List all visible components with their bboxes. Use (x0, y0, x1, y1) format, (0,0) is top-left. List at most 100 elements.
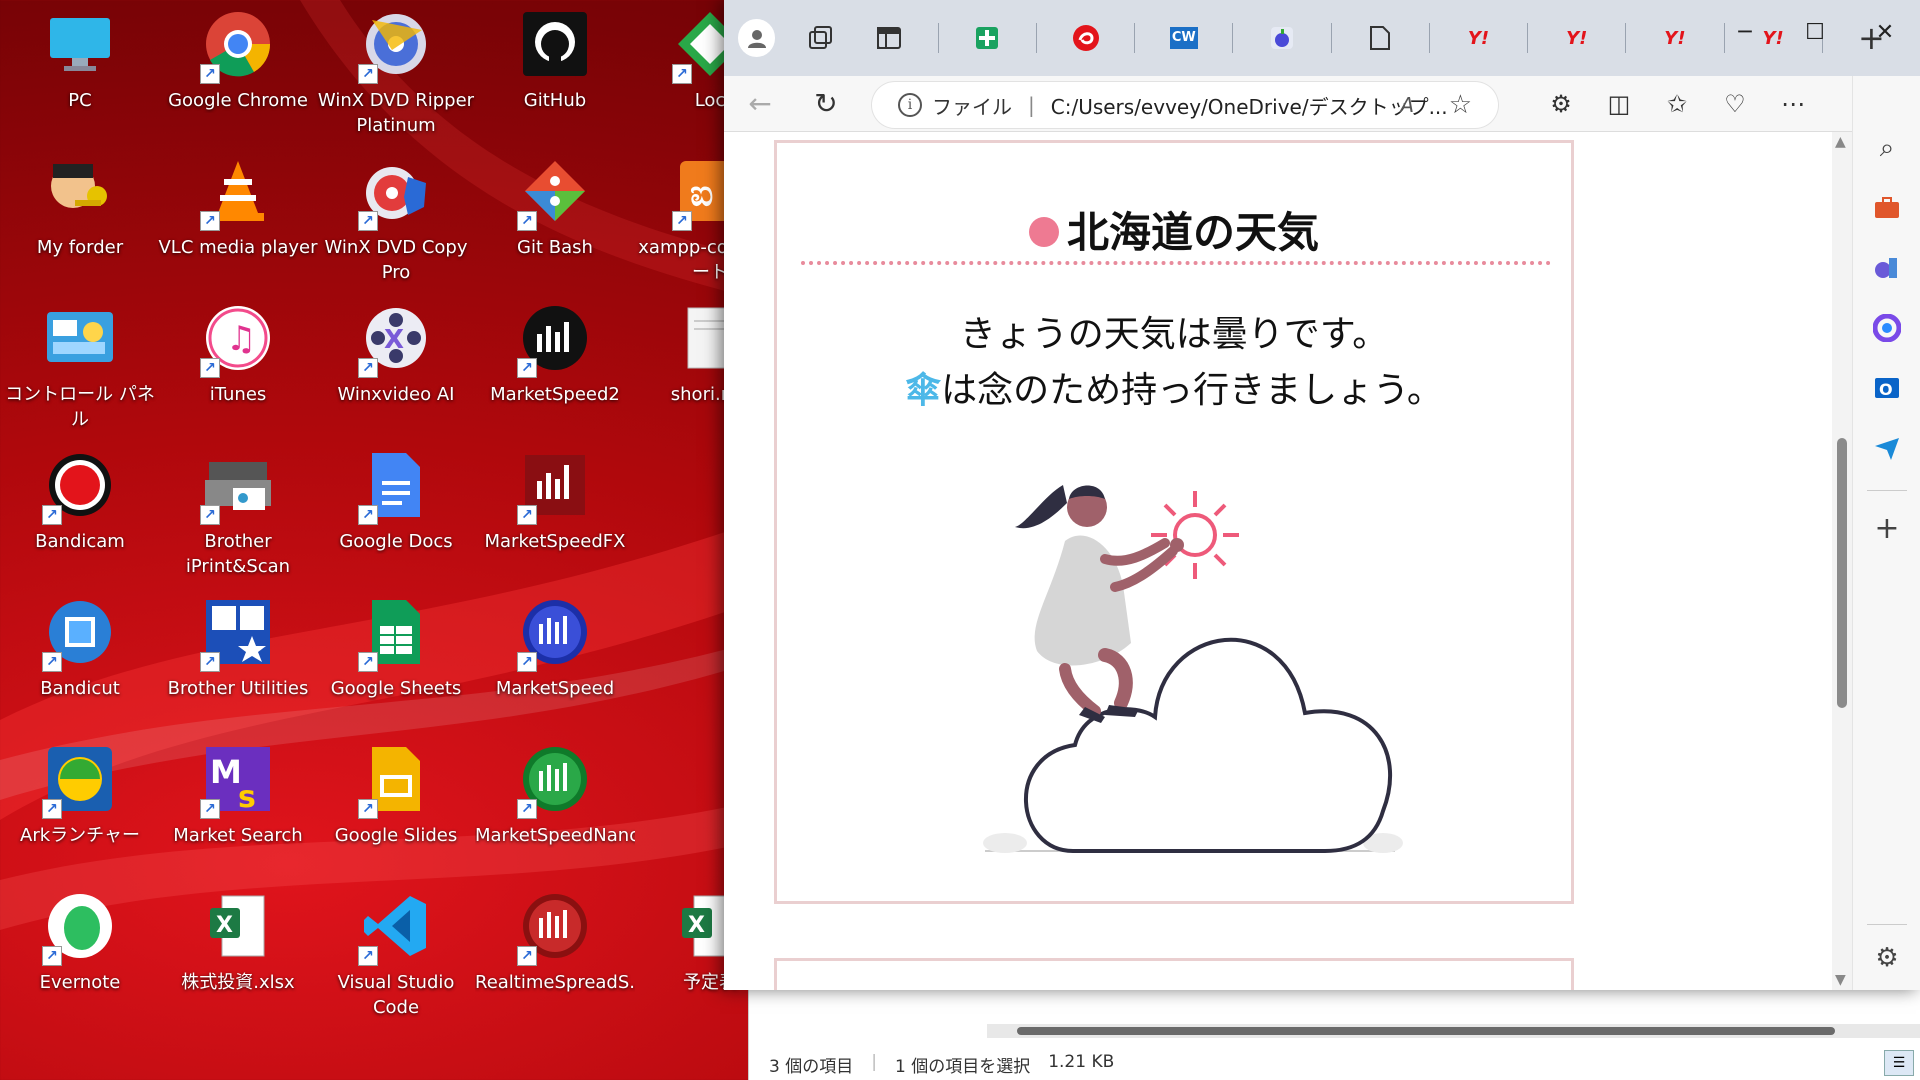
extensions-icon[interactable]: ⚙ (1532, 82, 1590, 126)
address-bar[interactable]: i ファイル | C:/Users/evvey/OneDrive/デスクトップ.… (872, 82, 1498, 128)
scroll-up-icon[interactable]: ▲ (1835, 134, 1846, 150)
tab-yahoo-3[interactable]: Y! (1654, 17, 1695, 59)
shortcut-arrow-icon: ↗ (200, 358, 220, 378)
desktop-icon-evernote[interactable]: ↗ Evernote (0, 882, 160, 1022)
shortcut-arrow-icon: ↗ (358, 652, 378, 672)
tab-apple[interactable] (1261, 17, 1302, 59)
maximize-button[interactable]: ☐ (1780, 14, 1850, 50)
desktop-icon-google-chrome[interactable]: ↗ Google Chrome (158, 0, 318, 140)
tab-document[interactable] (1360, 17, 1401, 59)
settings-gear-icon[interactable]: ⚙ (1867, 938, 1907, 978)
microsoft365-icon[interactable] (1867, 308, 1907, 348)
tab-actions-icon[interactable] (869, 17, 910, 59)
google-sheets-icon: ↗ (358, 596, 432, 672)
tab-divider (1134, 23, 1136, 53)
send-icon[interactable] (1867, 428, 1907, 468)
yahoo-icon: Y! (1467, 27, 1490, 49)
cloud-illustration (955, 455, 1415, 875)
shortcut-arrow-icon: ↗ (358, 799, 378, 819)
shortcut-arrow-icon: ↗ (200, 505, 220, 525)
shortcut-arrow-icon: ↗ (200, 799, 220, 819)
desktop-icon-google-slides[interactable]: ↗ Google Slides (316, 735, 476, 875)
add-sidebar-icon[interactable]: + (1867, 508, 1907, 548)
desktop-icon-github[interactable]: GitHub (475, 0, 635, 140)
favorite-star-icon[interactable]: ☆ (1449, 90, 1472, 120)
refresh-button[interactable]: ↻ (798, 82, 854, 126)
shortcut-arrow-icon: ↗ (42, 946, 62, 966)
desktop-icon-ark-launcher[interactable]: ↗ Arkランチャー (0, 735, 160, 875)
more-menu-icon[interactable]: ⋯ (1764, 82, 1822, 126)
desktop-icon-brother-iprint[interactable]: ↗ Brother iPrint&Scan (158, 441, 318, 581)
desktop-icon-itunes[interactable]: ♫ ↗ iTunes (158, 294, 318, 434)
desktop-icon-marketspeed2[interactable]: ↗ MarketSpeed2 (475, 294, 635, 434)
tab-yahoo-2[interactable]: Y! (1556, 17, 1597, 59)
desktop-icon-brother-utilities[interactable]: ↗ Brother Utilities (158, 588, 318, 728)
address-divider: | (1028, 93, 1035, 117)
scrollbar-thumb[interactable] (1017, 1027, 1835, 1035)
details-view-icon[interactable]: ☰ (1884, 1050, 1914, 1076)
horizontal-scrollbar[interactable] (987, 1024, 1920, 1038)
tab-google-sheets[interactable] (967, 17, 1008, 59)
tools-icon[interactable] (1867, 188, 1907, 228)
shortcut-arrow-icon: ↗ (517, 652, 537, 672)
back-button[interactable]: ← (732, 82, 788, 126)
minimize-button[interactable]: ─ (1710, 14, 1780, 50)
navigation-bar: ← ↻ i ファイル | C:/Users/evvey/OneDrive/デスク… (724, 76, 1920, 132)
tab-bar: CW Y! Y! Y! Y! + ─ ☐ ✕ (724, 0, 1920, 76)
desktop-icon-vlc[interactable]: ↗ VLC media player (158, 147, 318, 287)
title-text: 北海道の天気 (1066, 208, 1319, 257)
desktop-icon-google-sheets[interactable]: ↗ Google Sheets (316, 588, 476, 728)
yahoo-icon: Y! (1664, 27, 1686, 49)
desktop-icon-git-bash[interactable]: ↗ Git Bash (475, 147, 635, 287)
close-button[interactable]: ✕ (1850, 14, 1920, 50)
github-icon (519, 8, 591, 80)
tab-crowdworks[interactable]: CW (1163, 17, 1204, 59)
desktop-icon-bandicut[interactable]: ↗ Bandicut (0, 588, 160, 728)
selection-count: 1 個の項目を選択 (894, 1057, 1031, 1077)
desktop-icon-marketspeednano[interactable]: ↗ MarketSpeedNano (475, 735, 635, 875)
split-screen-icon[interactable]: ◫ (1590, 82, 1648, 126)
tab-divider (1330, 23, 1332, 53)
address-url[interactable]: C:/Users/evvey/OneDrive/デスクトップ... (1051, 91, 1448, 120)
desktop-icon-market-search[interactable]: Ms ↗ Market Search (158, 735, 318, 875)
tab-yahoo-1[interactable]: Y! (1458, 17, 1499, 59)
search-icon[interactable]: ⌕ (1867, 128, 1907, 168)
desktop-icon-bandicam[interactable]: ↗ Bandicam (0, 441, 160, 581)
shortcut-arrow-icon: ↗ (517, 211, 537, 231)
desktop-icon-pc[interactable]: PC (0, 0, 160, 140)
google-slides-icon: ↗ (358, 743, 432, 819)
desktop-icon-stock-xlsx[interactable]: X 株式投資.xlsx (158, 882, 318, 1022)
desktop-icon-google-docs[interactable]: ↗ Google Docs (316, 441, 476, 581)
games-icon[interactable] (1867, 248, 1907, 288)
desktop-icon-marketspeedfx[interactable]: ↗ MarketSpeedFX (475, 441, 635, 581)
desktop-icon-winx-ripper[interactable]: ↗ WinX DVD Ripper Platinum (316, 0, 476, 140)
info-icon[interactable]: i (898, 93, 922, 117)
outlook-icon[interactable]: O (1867, 368, 1907, 408)
desktop-icon-marketspeed[interactable]: ↗ MarketSpeed (475, 588, 635, 728)
shortcut-arrow-icon: ↗ (517, 946, 537, 966)
window-controls: ─ ☐ ✕ (1710, 14, 1920, 50)
page-scrollbar[interactable]: ▲ ▼ (1832, 132, 1852, 990)
status-separator: | (871, 1052, 877, 1072)
desktop-icon-my-forder[interactable]: My forder (0, 147, 160, 287)
bandicam-icon: ↗ (42, 449, 116, 525)
address-scheme-label: ファイル (932, 94, 1012, 119)
browser-essentials-icon[interactable]: ♡ (1706, 82, 1764, 126)
winx-copy-icon: ↗ (358, 155, 432, 231)
chrome-icon: ↗ (200, 8, 274, 84)
dotted-divider (801, 261, 1551, 265)
svg-text:X: X (216, 913, 233, 938)
desktop-icon-realtimespread[interactable]: ↗ RealtimeSpreadS... (475, 882, 635, 1022)
brother-utilities-icon: ↗ (200, 596, 274, 672)
scrollbar-thumb[interactable] (1837, 438, 1847, 708)
favorites-icon[interactable]: ✩ (1648, 82, 1706, 126)
desktop-icon-winx-copy[interactable]: ↗ WinX DVD Copy Pro (316, 147, 476, 287)
desktop-icon-vscode[interactable]: ↗ Visual Studio Code (316, 882, 476, 1022)
profile-icon[interactable] (738, 19, 776, 57)
desktop-icon-winxvideo[interactable]: X ↗ Winxvideo AI (316, 294, 476, 434)
read-aloud-icon[interactable]: A (1400, 93, 1414, 117)
scroll-down-icon[interactable]: ▼ (1835, 972, 1846, 988)
desktop-icon-control-panel[interactable]: コントロール パネル (0, 294, 160, 434)
workspaces-icon[interactable] (799, 17, 840, 59)
tab-recruit[interactable] (1065, 17, 1106, 59)
